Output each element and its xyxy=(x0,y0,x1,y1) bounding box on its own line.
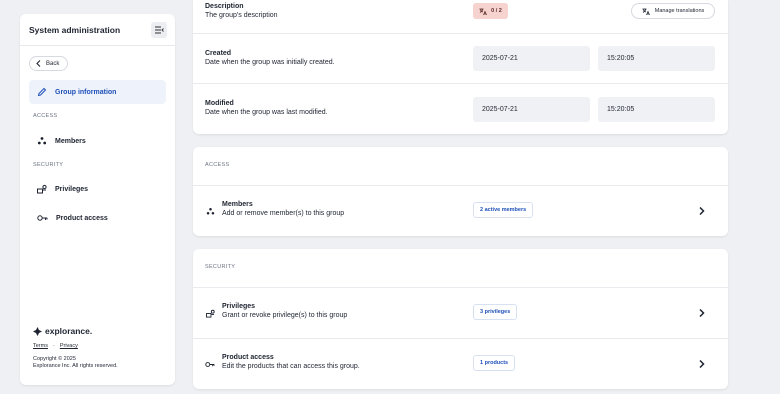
copyright-line-2: Explorance Inc. All rights reserved. xyxy=(33,362,118,369)
sidebar-footer: explorance. Terms · Privacy Copyright © … xyxy=(33,326,118,370)
sidebar-item-members[interactable]: Members xyxy=(29,129,166,153)
members-icon xyxy=(205,206,215,216)
pencil-icon xyxy=(37,87,47,97)
description-title: Description xyxy=(205,3,244,10)
translation-status-badge[interactable]: 0 / 2 xyxy=(473,3,508,19)
product-access-subtitle: Edit the products that can access this g… xyxy=(222,363,360,370)
manage-translations-button[interactable]: Manage translations xyxy=(631,3,715,19)
translate-icon xyxy=(479,8,488,15)
sidebar-header: System administration xyxy=(20,14,175,46)
privileges-subtitle: Grant or revoke privilege(s) to this gro… xyxy=(222,312,348,319)
chevron-right-icon[interactable] xyxy=(697,359,707,369)
sidebar-item-label: Members xyxy=(55,137,86,145)
privileges-icon xyxy=(37,184,47,194)
sidebar-section-security: SECURITY xyxy=(33,162,64,168)
privileges-icon xyxy=(205,308,215,318)
translate-icon xyxy=(642,8,650,15)
privileges-row[interactable]: Privileges Grant or revoke privilege(s) … xyxy=(193,287,728,338)
group-info-card: Description The group's description 0 / … xyxy=(193,0,728,134)
explorance-logo-icon xyxy=(33,326,42,336)
explorance-logo: explorance. xyxy=(33,326,118,336)
access-section-label: ACCESS xyxy=(205,162,230,168)
sidebar-item-label: Privileges xyxy=(55,185,89,193)
collapse-sidebar-button[interactable] xyxy=(151,21,167,38)
created-date-field[interactable]: 2025-07-21 xyxy=(473,46,590,71)
description-subtitle: The group's description xyxy=(205,12,278,19)
access-card: ACCESS Members Add or remove member(s) t… xyxy=(193,147,728,236)
sidebar-title: System administration xyxy=(29,24,121,35)
sidebar-item-group-information[interactable]: Group information xyxy=(29,80,166,104)
privileges-title: Privileges xyxy=(222,303,256,310)
created-time-field[interactable]: 15:20:05 xyxy=(598,46,715,71)
modified-date-field[interactable]: 2025-07-21 xyxy=(473,97,590,122)
sidebar: System administration Back Group informa… xyxy=(20,14,175,385)
logo-text: explorance. xyxy=(45,326,93,336)
modified-row: Modified Date when the group was last mo… xyxy=(193,83,728,134)
terms-link[interactable]: Terms xyxy=(33,343,48,349)
chevron-left-icon xyxy=(36,60,41,67)
created-row: Created Date when the group was initiall… xyxy=(193,33,728,83)
translation-count: 0 / 2 xyxy=(491,8,502,14)
sidebar-item-label: Product access xyxy=(56,214,108,222)
security-section-label: SECURITY xyxy=(205,264,236,270)
created-title: Created xyxy=(205,50,232,57)
chevron-right-icon[interactable] xyxy=(697,308,707,318)
back-button-label: Back xyxy=(46,60,60,67)
modified-time-field[interactable]: 15:20:05 xyxy=(598,97,715,122)
sidebar-item-privileges[interactable]: Privileges xyxy=(29,177,166,201)
collapse-menu-icon xyxy=(154,26,164,33)
members-count-badge: 2 active members xyxy=(473,202,534,218)
modified-title: Modified xyxy=(205,100,234,107)
key-icon xyxy=(205,359,215,369)
sidebar-section-access: ACCESS xyxy=(33,113,58,119)
modified-subtitle: Date when the group was last modified. xyxy=(205,109,328,116)
privacy-link[interactable]: Privacy xyxy=(60,343,78,349)
members-icon xyxy=(37,137,47,145)
created-subtitle: Date when the group was initially create… xyxy=(205,59,335,66)
back-button[interactable]: Back xyxy=(29,56,69,71)
sidebar-item-product-access[interactable]: Product access xyxy=(29,206,166,230)
copyright-line-1: Copyright © 2025 xyxy=(33,356,76,362)
manage-translations-label: Manage translations xyxy=(654,8,705,14)
chevron-right-icon[interactable] xyxy=(697,206,707,216)
description-row: Description The group's description 0 / … xyxy=(193,0,728,33)
copyright: Copyright © 2025 Explorance Inc. All rig… xyxy=(33,356,118,370)
footer-links: Terms · Privacy xyxy=(33,343,118,349)
products-count-badge: 1 products xyxy=(473,355,516,371)
security-card: SECURITY Privileges Grant or revoke priv… xyxy=(193,249,728,389)
members-row[interactable]: Members Add or remove member(s) to this … xyxy=(193,185,728,236)
sidebar-item-label: Group information xyxy=(55,88,117,96)
product-access-title: Product access xyxy=(222,354,274,361)
members-subtitle: Add or remove member(s) to this group xyxy=(222,210,345,217)
key-icon xyxy=(37,215,48,221)
privileges-count-badge: 3 privileges xyxy=(473,304,518,320)
members-title: Members xyxy=(222,201,253,208)
footer-separator: · xyxy=(52,343,55,349)
product-access-row[interactable]: Product access Edit the products that ca… xyxy=(193,338,728,389)
